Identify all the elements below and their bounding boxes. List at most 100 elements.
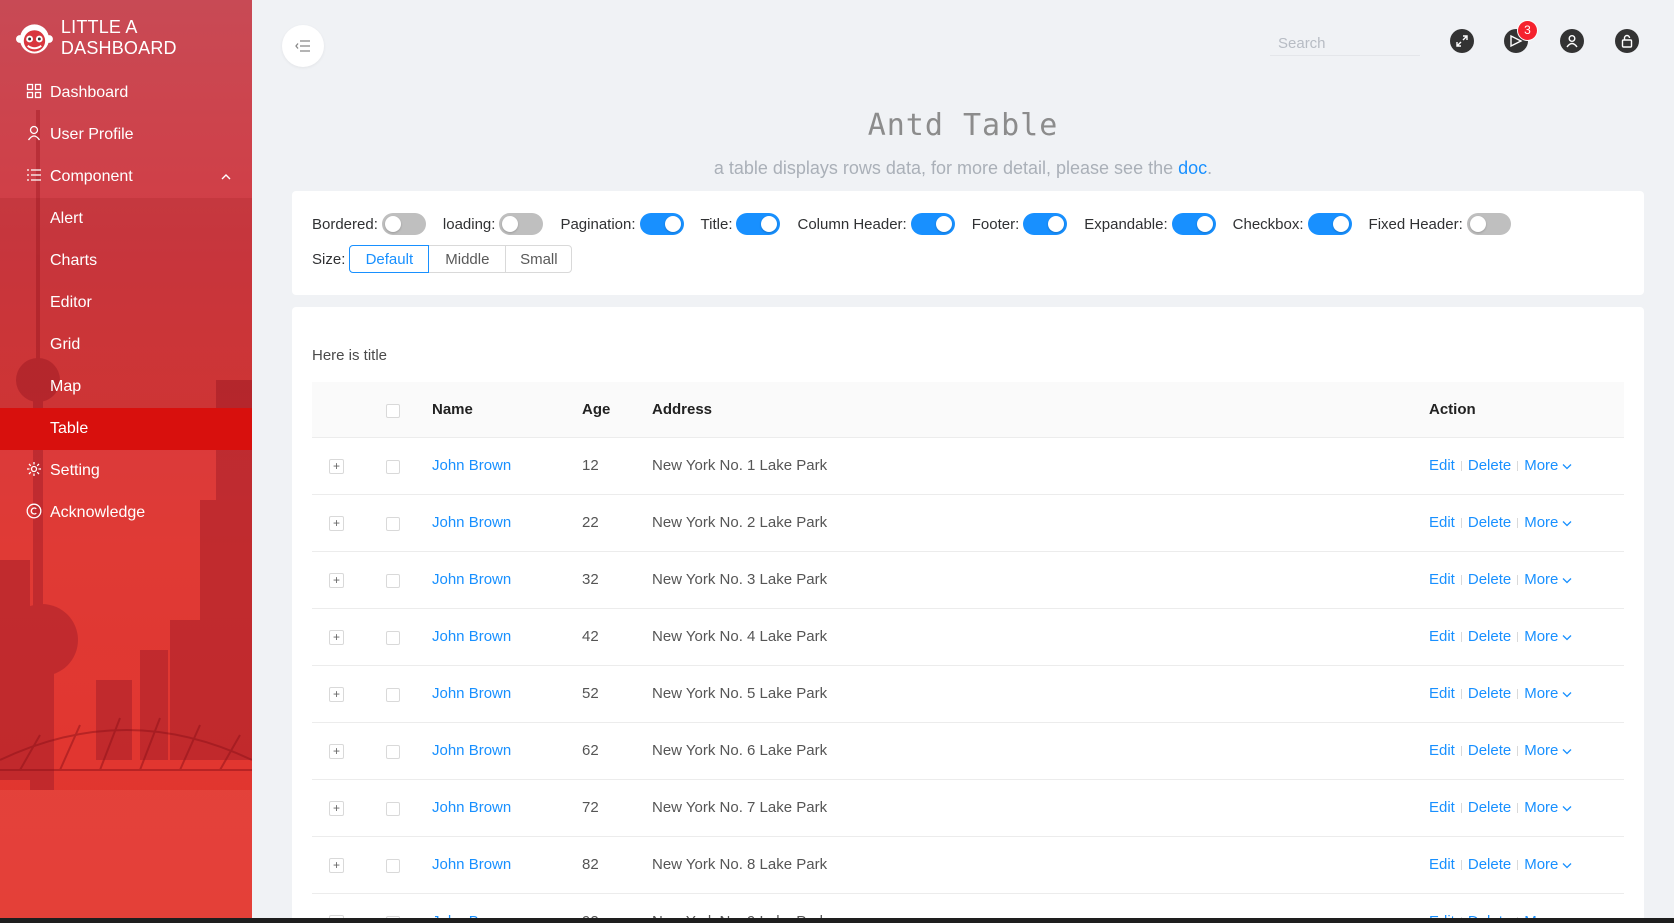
window-bottom-edge <box>0 918 1674 923</box>
row-checkbox[interactable] <box>386 460 400 474</box>
toggle-switch[interactable] <box>1307 213 1352 235</box>
name-cell[interactable]: John Brown <box>432 609 511 665</box>
delete-link[interactable]: Delete <box>1468 666 1511 722</box>
row-checkbox[interactable] <box>386 745 400 759</box>
column-header-address[interactable]: Address <box>652 382 712 438</box>
toggle-switch[interactable] <box>1023 213 1068 235</box>
expand-row-button[interactable]: + <box>329 573 344 588</box>
search-input[interactable] <box>1270 32 1420 54</box>
sidebar-item-acknowledge[interactable]: Acknowledge <box>0 492 252 534</box>
expand-row-button[interactable]: + <box>329 630 344 645</box>
toggle-switch[interactable] <box>736 213 781 235</box>
more-dropdown[interactable]: More <box>1524 780 1572 836</box>
sidebar-item-setting[interactable]: Setting <box>0 450 252 492</box>
sidebar-item-map[interactable]: Map <box>0 366 252 408</box>
more-dropdown[interactable]: More <box>1524 894 1572 918</box>
name-cell[interactable]: John Brown <box>432 723 511 779</box>
doc-link[interactable]: doc <box>1178 158 1207 178</box>
sidebar-item-component[interactable]: Component <box>0 156 252 198</box>
row-checkbox[interactable] <box>386 688 400 702</box>
row-checkbox[interactable] <box>386 517 400 531</box>
table-row[interactable]: + John Brown 32 New York No. 3 Lake Park Edi… <box>312 552 1624 609</box>
more-dropdown[interactable]: More <box>1524 495 1572 551</box>
edit-link[interactable]: Edit <box>1429 894 1455 918</box>
size-option-small[interactable]: Small <box>505 245 573 273</box>
edit-link[interactable]: Edit <box>1429 780 1455 836</box>
toggle-switch[interactable] <box>499 213 544 235</box>
column-header-name[interactable]: Name <box>432 382 473 438</box>
expand-row-button[interactable]: + <box>329 744 344 759</box>
edit-link[interactable]: Edit <box>1429 438 1455 494</box>
sidebar-item-grid[interactable]: Grid <box>0 324 252 366</box>
table-row[interactable]: + John Brown 42 New York No. 4 Lake Park Edi… <box>312 609 1624 666</box>
name-cell[interactable]: John Brown <box>432 666 511 722</box>
table-row[interactable]: + John Brown 82 New York No. 8 Lake Park Edi… <box>312 837 1624 894</box>
name-cell[interactable]: John Brown <box>432 438 511 494</box>
edit-link[interactable]: Edit <box>1429 837 1455 893</box>
sidebar-item-table[interactable]: Table <box>0 408 252 450</box>
expand-row-button[interactable]: + <box>329 858 344 873</box>
lock-button[interactable] <box>1615 29 1639 53</box>
expand-row-button[interactable]: + <box>329 459 344 474</box>
more-dropdown[interactable]: More <box>1524 837 1572 893</box>
sidebar-item-charts[interactable]: Charts <box>0 240 252 282</box>
row-checkbox[interactable] <box>386 802 400 816</box>
table-row[interactable]: +John Brown92New York No. 9 Lake ParkEdi… <box>312 894 1624 918</box>
toggle-switch[interactable] <box>910 213 955 235</box>
fullscreen-button[interactable] <box>1450 29 1474 53</box>
edit-link[interactable]: Edit <box>1429 552 1455 608</box>
edit-link[interactable]: Edit <box>1429 609 1455 665</box>
more-dropdown[interactable]: More <box>1524 609 1572 665</box>
expand-row-button[interactable]: + <box>329 801 344 816</box>
size-option-middle[interactable]: Middle <box>428 245 507 273</box>
column-header-age[interactable]: Age <box>582 382 610 438</box>
delete-link[interactable]: Delete <box>1468 609 1511 665</box>
delete-link[interactable]: Delete <box>1468 837 1511 893</box>
expand-row-button[interactable]: + <box>329 516 344 531</box>
name-cell[interactable]: John Brown <box>432 552 511 608</box>
row-checkbox[interactable] <box>386 631 400 645</box>
table-row[interactable]: + John Brown 12 New York No. 1 Lake Park Edi… <box>312 438 1624 495</box>
delete-link[interactable]: Delete <box>1468 438 1511 494</box>
delete-link[interactable]: Delete <box>1468 723 1511 779</box>
expand-row-button[interactable]: + <box>329 687 344 702</box>
row-checkbox[interactable] <box>386 574 400 588</box>
data-table: Name Age Address Action + John Brown 12 New… <box>312 382 1624 918</box>
more-dropdown[interactable]: More <box>1524 666 1572 722</box>
select-all-checkbox[interactable] <box>386 404 400 418</box>
name-cell[interactable]: John Brown <box>432 495 511 551</box>
delete-link[interactable]: Delete <box>1468 552 1511 608</box>
user-account-button[interactable] <box>1560 29 1584 53</box>
toggle-switch[interactable] <box>381 213 426 235</box>
name-cell[interactable]: John Brown <box>432 894 511 918</box>
notification-button[interactable]: 3 <box>1504 21 1537 53</box>
sidebar-item-label: Table <box>50 420 89 437</box>
toggle-switch[interactable] <box>639 213 684 235</box>
more-dropdown[interactable]: More <box>1524 552 1572 608</box>
toggle-switch[interactable] <box>1171 213 1216 235</box>
table-row[interactable]: + John Brown 62 New York No. 6 Lake Park Edi… <box>312 723 1624 780</box>
size-option-default[interactable]: Default <box>349 245 430 273</box>
more-dropdown[interactable]: More <box>1524 723 1572 779</box>
name-cell[interactable]: John Brown <box>432 837 511 893</box>
name-cell[interactable]: John Brown <box>432 780 511 836</box>
table-row[interactable]: + John Brown 22 New York No. 2 Lake Park Edi… <box>312 495 1624 552</box>
edit-link[interactable]: Edit <box>1429 495 1455 551</box>
more-dropdown[interactable]: More <box>1524 438 1572 494</box>
table-row[interactable]: + John Brown 72 New York No. 7 Lake Park Edi… <box>312 780 1624 837</box>
sidebar-item-alert[interactable]: Alert <box>0 198 252 240</box>
app-logo[interactable]: LITTLE A DASHBOARD <box>16 17 252 58</box>
edit-link[interactable]: Edit <box>1429 723 1455 779</box>
delete-link[interactable]: Delete <box>1468 780 1511 836</box>
search-box[interactable] <box>1270 32 1420 56</box>
sidebar-item-dashboard[interactable]: Dashboard <box>0 72 252 114</box>
sidebar-item-user-profile[interactable]: User Profile <box>0 114 252 156</box>
delete-link[interactable]: Delete <box>1468 495 1511 551</box>
delete-link[interactable]: Delete <box>1468 894 1511 918</box>
collapse-sidebar-button[interactable] <box>282 25 324 67</box>
toggle-switch[interactable] <box>1466 213 1511 235</box>
edit-link[interactable]: Edit <box>1429 666 1455 722</box>
table-row[interactable]: + John Brown 52 New York No. 5 Lake Park Edi… <box>312 666 1624 723</box>
row-checkbox[interactable] <box>386 859 400 873</box>
sidebar-item-editor[interactable]: Editor <box>0 282 252 324</box>
